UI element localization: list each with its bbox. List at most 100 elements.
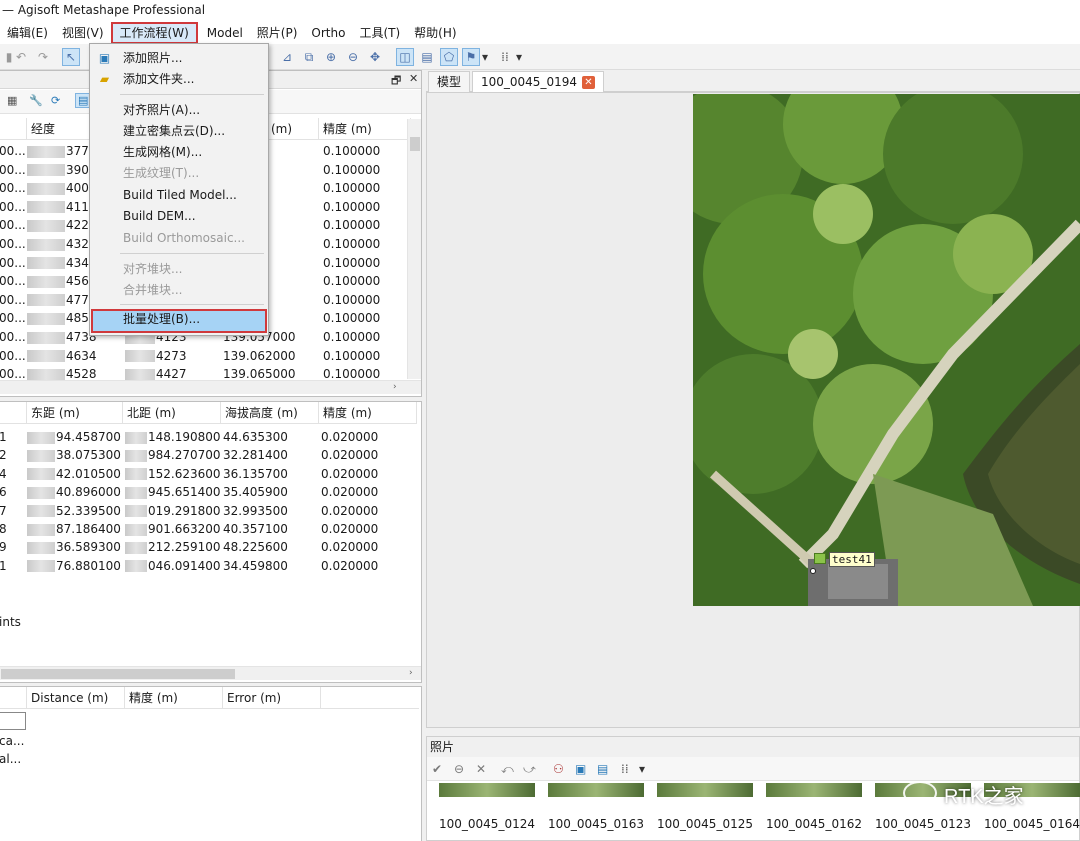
table-row[interactable]: 887.186400901.66320040.357100 0.020000	[0, 520, 419, 538]
photo-thumbnail-label[interactable]: 100_0045_0164	[978, 817, 1080, 831]
photos-toolbar: ✔ ⊖ ✕ ⤺ ⤻ ⚇ ▣ ▤ ⁞⁞ ▾	[427, 757, 1079, 781]
close-icon[interactable]: ✕	[581, 76, 595, 89]
grid-icon[interactable]: ⁞⁞	[621, 762, 629, 776]
menu-add-folder[interactable]: ▰ 添加文件夹...	[91, 69, 267, 90]
menu-add-photos[interactable]: ▣ 添加照片...	[91, 48, 267, 69]
menu-build-tiled-model[interactable]: Build Tiled Model...	[91, 185, 267, 206]
menu-build-dense-cloud[interactable]: 建立密集点云(D)...	[91, 121, 267, 142]
scrollbar-thumb[interactable]	[1, 669, 235, 679]
aerial-photo[interactable]	[693, 94, 1080, 606]
table-row[interactable]: 176.880100046.09140034.459800 0.020000	[0, 557, 419, 575]
menu-align-chunks: 对齐堆块...	[123, 262, 183, 276]
menu-edit[interactable]: 编辑(E)	[0, 22, 55, 44]
menu-ortho[interactable]: Ortho	[304, 22, 352, 44]
shapes-toggle-icon[interactable]: ⬠	[440, 48, 458, 66]
grid-icon[interactable]: ⁞⁞	[496, 48, 514, 66]
photo-thumbnail[interactable]	[766, 783, 862, 797]
redacted-value	[125, 541, 147, 554]
menu-separator	[120, 94, 264, 95]
menu-tools[interactable]: 工具(T)	[352, 22, 407, 44]
table-row[interactable]: 752.339500019.29180032.993500 0.020000	[0, 502, 419, 520]
chevron-down-icon[interactable]: ▾	[514, 48, 524, 66]
markers-toggle-icon[interactable]: ⚑	[462, 48, 480, 66]
horizontal-scrollbar[interactable]: ›	[0, 380, 421, 394]
zoom-out-icon[interactable]: ⊖	[344, 48, 362, 66]
marker-point[interactable]	[810, 568, 816, 574]
redo-icon[interactable]: ↷	[34, 48, 52, 66]
menu-build-mesh[interactable]: 生成网格(M)...	[91, 142, 267, 163]
reset-filter-icon[interactable]: ▣	[575, 762, 586, 776]
refresh-icon[interactable]: ⟳	[51, 94, 60, 107]
menu-batch-process[interactable]: 批量处理(B)...	[91, 309, 267, 333]
menu-view[interactable]: 视图(V)	[55, 22, 111, 44]
menu-build-dem[interactable]: Build DEM...	[91, 206, 267, 227]
col-distance[interactable]: Distance (m)	[27, 687, 125, 709]
binoculars-icon[interactable]: ⚇	[553, 762, 564, 776]
chevron-down-icon[interactable]: ▾	[480, 48, 490, 66]
photo-thumbnail[interactable]	[548, 783, 644, 797]
move-icon[interactable]: ✥	[366, 48, 384, 66]
northing-cell: 901.663200	[125, 520, 223, 538]
shape-icon[interactable]: ⧉	[300, 48, 318, 66]
menu-align-photos[interactable]: 对齐照片(A)...	[91, 100, 267, 121]
photo-thumbnail-label[interactable]: 100_0045_0125	[651, 817, 759, 831]
table-row[interactable]: 194.458700148.19080044.635300 0.020000	[0, 428, 419, 446]
menu-help[interactable]: 帮助(H)	[407, 22, 463, 44]
col-scalebar-accuracy[interactable]: 精度 (m)	[125, 687, 223, 709]
view-mode-icon[interactable]: ▤	[597, 762, 608, 776]
scrollbar-thumb[interactable]	[410, 137, 420, 151]
marker-label[interactable]: test41	[829, 552, 875, 567]
col-northing[interactable]: 北距 (m)	[123, 402, 221, 424]
table-row[interactable]: 442.010500152.62360036.135700 0.020000	[0, 465, 419, 483]
photo-thumbnail-label[interactable]: 100_0045_0162	[760, 817, 868, 831]
col-easting[interactable]: 东距 (m)	[27, 402, 123, 424]
marker-flag-icon[interactable]	[814, 553, 826, 564]
elevation-cell: 44.635300	[223, 430, 288, 444]
menu-workflow[interactable]: 工作流程(W)	[110, 22, 198, 44]
photo-thumbnail-label[interactable]: 100_0045_0123	[869, 817, 977, 831]
photos-panel-title: 照片	[427, 737, 1079, 757]
vertical-scrollbar[interactable]	[407, 119, 421, 379]
elevation-cell: 36.135700	[223, 466, 288, 481]
menu-photo[interactable]: 照片(P)	[250, 22, 305, 44]
float-panel-icon[interactable]: 🗗	[391, 72, 401, 91]
chevron-down-icon[interactable]: ▾	[639, 762, 645, 776]
remove-cameras-icon[interactable]: ✕	[476, 762, 486, 776]
photo-thumbnail-label[interactable]: 100_0045_0163	[542, 817, 650, 831]
scalebar-row-label[interactable]: ca...	[0, 734, 24, 748]
accuracy-cell: 0.100000	[323, 311, 381, 326]
select-pointer-icon[interactable]: ↖	[62, 48, 80, 66]
close-icon[interactable]: ✕	[409, 72, 418, 85]
photo-thumbnail[interactable]	[657, 783, 753, 797]
tab-photo[interactable]: 100_0045_0194 ✕	[472, 71, 604, 92]
col-elevation[interactable]: 海拔高度 (m)	[221, 402, 319, 424]
reset-view-icon[interactable]: ◫	[396, 48, 414, 66]
tab-model[interactable]: 模型	[428, 71, 471, 92]
photo-thumbnail[interactable]	[439, 783, 535, 797]
enable-cameras-icon[interactable]: ✔	[432, 762, 442, 776]
col-marker-accuracy[interactable]: 精度 (m)	[319, 402, 417, 424]
zoom-in-icon[interactable]: ⊕	[322, 48, 340, 66]
disable-cameras-icon[interactable]: ⊖	[454, 762, 464, 776]
col-error[interactable]: Error (m)	[223, 687, 321, 709]
col-accuracy[interactable]: 精度 (m)	[319, 118, 411, 140]
redacted-value	[125, 560, 147, 573]
rotate-left-icon[interactable]: ⤺	[501, 762, 514, 777]
menu-model[interactable]: Model	[200, 22, 250, 44]
chevron-right-icon[interactable]: ›	[409, 668, 413, 678]
row-selector[interactable]	[0, 712, 26, 730]
table-row[interactable]: 936.589300212.25910048.225600 0.020000	[0, 538, 419, 556]
horizontal-scrollbar[interactable]: ›	[0, 666, 421, 680]
table-row[interactable]: 00... 4634 4273 139.062000 0.100000	[0, 347, 413, 365]
ruler-icon[interactable]: ⊿	[278, 48, 296, 66]
table-row[interactable]: 238.075300984.27070032.281400 0.020000	[0, 446, 419, 464]
table-icon[interactable]: ▦	[7, 94, 17, 107]
chevron-right-icon[interactable]: ›	[393, 382, 397, 392]
table-row[interactable]: 640.896000945.65140035.405900 0.020000	[0, 483, 419, 501]
rotate-right-icon[interactable]: ⤻	[523, 762, 536, 777]
undo-icon[interactable]: ↶	[12, 48, 30, 66]
overlay-icon[interactable]: ▤	[418, 48, 436, 66]
scalebar-row-label[interactable]: al...	[0, 752, 21, 766]
photo-thumbnail-label[interactable]: 100_0045_0124	[433, 817, 541, 831]
wrench-icon[interactable]: 🔧	[29, 94, 43, 107]
